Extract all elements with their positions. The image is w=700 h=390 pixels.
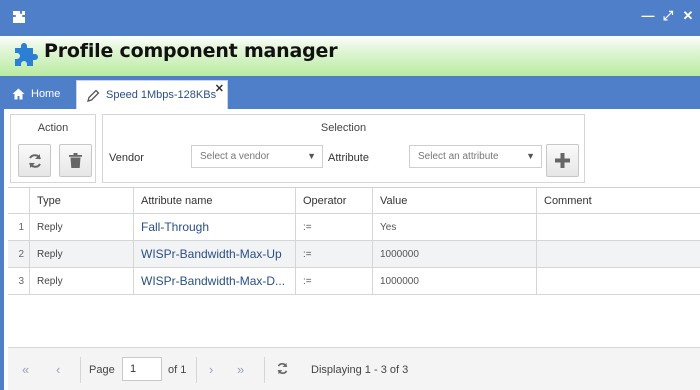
close-icon[interactable]: ✕ [215,82,224,95]
cell-value[interactable]: 1000000 [373,241,537,267]
cell-comment[interactable] [537,268,700,294]
chevron-down-icon: ▼ [526,151,535,161]
page-label: Page [89,364,115,376]
cell-attribute-name[interactable]: Fall-Through [134,214,296,240]
table-row[interactable]: 1 Reply Fall-Through := Yes [8,214,700,241]
tab-home[interactable]: Home [12,85,60,103]
plus-icon [555,153,570,168]
last-page-icon[interactable]: » [237,362,244,377]
row-number: 3 [8,268,30,294]
cell-operator[interactable]: := [296,268,373,294]
cell-type[interactable]: Reply [30,241,134,267]
cell-comment[interactable] [537,214,700,240]
cell-value[interactable]: Yes [373,214,537,240]
tab-speed-profile-label: Speed 1Mbps-128KBs [106,89,217,101]
cell-operator[interactable]: := [296,241,373,267]
column-header-type[interactable]: Type [30,188,134,213]
column-header-operator[interactable]: Operator [296,188,373,213]
table-row[interactable]: 3 Reply WISPr-Bandwidth-Max-D... := 1000… [8,268,700,295]
refresh-button[interactable] [18,144,51,177]
row-number: 2 [8,241,30,267]
pager-separator [196,357,197,383]
puzzle-icon [13,11,25,23]
app-header: Profile component manager [0,36,700,76]
column-header-value[interactable]: Value [373,188,537,213]
vendor-select[interactable]: Select a vendor ▼ [191,145,323,168]
cell-attribute-name[interactable]: WISPr-Bandwidth-Max-Up [134,241,296,267]
tab-speed-profile[interactable]: Speed 1Mbps-128KBs ✕ [76,80,228,109]
pagination-toolbar: « ‹ Page 1 of 1 › » Displaying 1 - 3 of … [8,347,700,390]
selection-title: Selection [320,122,367,134]
pencil-icon [87,89,100,102]
tab-home-label: Home [31,88,61,100]
first-page-icon[interactable]: « [22,362,29,377]
trash-icon [69,153,82,168]
cell-type[interactable]: Reply [30,214,134,240]
page-count-label: of 1 [168,364,187,376]
grid-header-row: Type Attribute name Operator Value Comme… [8,188,700,214]
vendor-select-placeholder: Select a vendor [200,151,270,162]
next-page-icon[interactable]: › [209,362,213,377]
close-icon[interactable]: ✕ [680,8,696,24]
puzzle-icon [15,43,38,66]
action-panel: Action [10,114,96,183]
restore-icon[interactable]: ⤢ [660,8,676,24]
refresh-icon [28,153,41,168]
cell-operator[interactable]: := [296,214,373,240]
page-title: Profile component manager [44,40,338,62]
chevron-down-icon: ▼ [307,151,316,161]
pager-separator [80,357,81,383]
selection-panel: Selection Vendor Select a vendor ▼ Attri… [102,114,585,183]
pager-separator [264,357,265,383]
add-attribute-button[interactable] [546,144,579,177]
cell-comment[interactable] [537,241,700,267]
tab-bar: Home Speed 1Mbps-128KBs ✕ [0,76,700,109]
minimize-icon[interactable]: — [640,8,656,24]
attribute-select-placeholder: Select an attribute [418,151,499,162]
action-title: Action [37,122,69,134]
attribute-label: Attribute [328,152,369,164]
page-number-input[interactable]: 1 [122,357,162,381]
column-header-attribute-name[interactable]: Attribute name [134,188,296,213]
displaying-summary: Displaying 1 - 3 of 3 [311,364,409,376]
left-edge-bar [0,109,4,390]
cell-type[interactable]: Reply [30,268,134,294]
cell-value[interactable]: 1000000 [373,268,537,294]
window-titlebar: — ⤢ ✕ [0,0,700,36]
column-header-comment[interactable]: Comment [537,188,700,213]
attributes-grid: Type Attribute name Operator Value Comme… [8,187,700,295]
refresh-icon[interactable] [276,362,289,375]
previous-page-icon[interactable]: ‹ [56,362,60,377]
row-number: 1 [8,214,30,240]
vendor-label: Vendor [109,152,144,164]
delete-button[interactable] [59,144,92,177]
row-number-header [8,188,30,213]
home-icon [12,88,25,100]
table-row[interactable]: 2 Reply WISPr-Bandwidth-Max-Up := 100000… [8,241,700,268]
cell-attribute-name[interactable]: WISPr-Bandwidth-Max-D... [134,268,296,294]
attribute-select[interactable]: Select an attribute ▼ [409,145,542,168]
